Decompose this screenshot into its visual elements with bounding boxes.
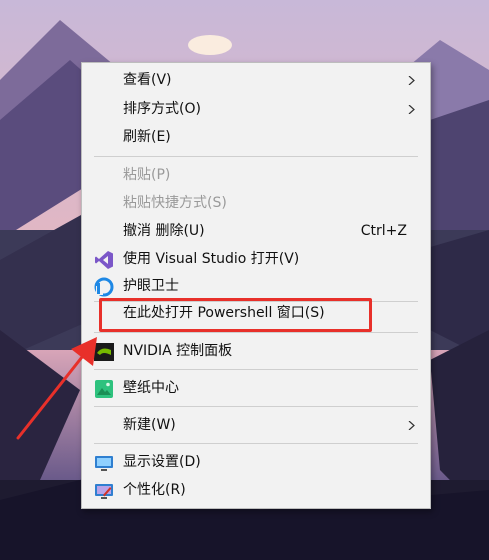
menu-separator — [94, 443, 418, 444]
context-menu: 查看(V) 排序方式(O) 刷新(E) 粘贴(P) 粘贴快捷方式(S) 撤消 删… — [81, 62, 431, 509]
menu-item-label: 查看(V) — [123, 72, 172, 88]
menu-item-wallpaper-center[interactable]: 壁纸中心 — [82, 375, 430, 402]
menu-item-label: 护眼卫士 — [123, 278, 179, 294]
menu-item-label: 个性化(R) — [123, 482, 186, 498]
menu-item-paste[interactable]: 粘贴(P) — [82, 162, 430, 189]
menu-item-label: 粘贴快捷方式(S) — [123, 195, 227, 211]
menu-separator — [94, 406, 418, 407]
menu-item-nvidia-control-panel[interactable]: NVIDIA 控制面板 — [82, 338, 430, 365]
visual-studio-icon — [95, 251, 113, 269]
display-icon — [95, 456, 113, 471]
menu-item-label: 显示设置(D) — [123, 454, 201, 470]
nvidia-icon — [94, 343, 114, 361]
menu-item-refresh[interactable]: 刷新(E) — [82, 124, 430, 151]
menu-item-label: 排序方式(O) — [123, 101, 201, 117]
menu-item-sort-by[interactable]: 排序方式(O) — [82, 96, 430, 123]
chevron-right-icon — [408, 105, 415, 114]
menu-separator — [94, 156, 418, 157]
menu-separator — [94, 332, 418, 333]
menu-item-shortcut: Ctrl+Z — [360, 223, 407, 239]
menu-item-display-settings[interactable]: 显示设置(D) — [82, 449, 430, 476]
menu-item-eye-guard[interactable]: 护眼卫士 — [82, 273, 430, 300]
menu-item-open-with-visual-studio[interactable]: 使用 Visual Studio 打开(V) — [82, 246, 430, 273]
menu-item-label: NVIDIA 控制面板 — [123, 343, 233, 359]
menu-item-label: 使用 Visual Studio 打开(V) — [123, 251, 300, 267]
menu-separator — [94, 369, 418, 370]
menu-item-label: 撤消 删除(U) — [123, 223, 205, 239]
eye-guard-icon — [94, 277, 114, 297]
chevron-right-icon — [408, 76, 415, 85]
menu-item-label: 新建(W) — [123, 417, 176, 433]
menu-item-new[interactable]: 新建(W) — [82, 412, 430, 439]
personalize-icon — [95, 484, 113, 499]
menu-item-label: 刷新(E) — [123, 129, 171, 145]
menu-item-undo-delete[interactable]: 撤消 删除(U) Ctrl+Z — [82, 218, 430, 245]
menu-item-label: 壁纸中心 — [123, 380, 179, 396]
menu-item-paste-shortcut[interactable]: 粘贴快捷方式(S) — [82, 190, 430, 217]
menu-item-label: 粘贴(P) — [123, 167, 171, 183]
menu-item-view[interactable]: 查看(V) — [82, 67, 430, 94]
wallpaper-icon — [95, 380, 113, 398]
menu-item-personalize[interactable]: 个性化(R) — [82, 477, 430, 504]
annotation-highlight-box — [99, 298, 372, 332]
chevron-right-icon — [408, 421, 415, 430]
